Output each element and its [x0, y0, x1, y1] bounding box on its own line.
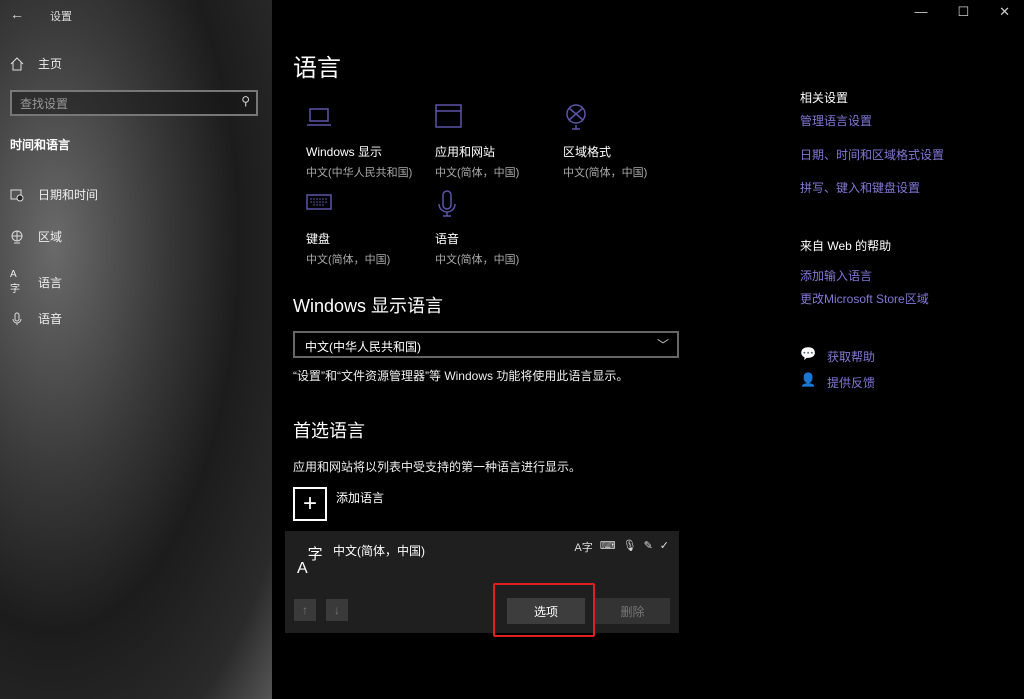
search-input[interactable]: 查找设置 ⚲	[10, 90, 258, 116]
tile-region-format[interactable]: 区域格式 中文(简体，中国)	[563, 103, 693, 180]
sidebar: ← 设置 主页 查找设置 ⚲ 时间和语言 日期和时间 区域 A字 语言 语音	[0, 0, 272, 699]
sidebar-section: 时间和语言	[10, 138, 71, 152]
display-language-desc: “设置”和“文件资源管理器”等 Windows 功能将使用此语言显示。	[293, 369, 629, 383]
home-icon	[10, 56, 24, 70]
speech-feature-icon: 🎙	[622, 540, 637, 552]
display-language-heading: Windows 显示语言	[293, 296, 444, 316]
spellcheck-icon: ✓	[659, 540, 669, 552]
back-button[interactable]: ←	[10, 6, 24, 22]
display-language-dropdown[interactable]: 中文(中华人民共和国) ﹀	[293, 331, 679, 358]
language-icon: A字	[10, 269, 20, 295]
feedback-link[interactable]: 提供反馈	[827, 374, 875, 391]
preferred-language-desc: 应用和网站将以列表中受支持的第一种语言进行显示。	[293, 460, 582, 474]
laptop-icon	[307, 108, 331, 126]
tile-speech[interactable]: 语音 中文(简体，中国)	[435, 190, 565, 267]
move-up-button[interactable]: ↑	[294, 599, 316, 621]
remove-button[interactable]: 删除	[595, 598, 670, 624]
plus-icon: +	[302, 490, 317, 517]
page-title: 语言	[293, 55, 341, 82]
sidebar-item-language[interactable]: A字 语言	[10, 269, 62, 295]
home-label: 主页	[38, 57, 63, 71]
language-list-item[interactable]: A字 中文(简体，中国) A字 ⌨ 🎙 ✎ ✓ ↑ ↓ 选项 删除	[285, 531, 679, 633]
keyboard-icon	[306, 194, 332, 210]
main-content: — ☐ ✕ 语言 Windows 显示 中文(中华人民共和国) 应用和网站 中文(简…	[272, 0, 1024, 699]
sidebar-home[interactable]: 主页	[10, 55, 62, 72]
sidebar-item-datetime[interactable]: 日期和时间	[10, 186, 98, 203]
tile-keyboard[interactable]: 键盘 中文(简体，中国)	[306, 190, 436, 267]
globe-icon	[11, 230, 23, 243]
language-name: 中文(简体，中国)	[333, 544, 425, 558]
sidebar-item-region[interactable]: 区域	[10, 228, 62, 245]
microphone-icon	[438, 190, 456, 217]
link-manage-language[interactable]: 管理语言设置	[800, 112, 872, 129]
get-help-link[interactable]: 获取帮助	[827, 348, 875, 365]
highlight-box	[493, 583, 595, 637]
chevron-down-icon: ﹀	[656, 338, 669, 352]
preferred-language-heading: 首选语言	[293, 421, 365, 441]
handwriting-icon: ✎	[643, 540, 653, 552]
link-date-time-region[interactable]: 日期、时间和区域格式设置	[800, 146, 944, 163]
text-to-speech-icon: ⌨	[599, 540, 616, 552]
sidebar-item-speech[interactable]: 语音	[10, 310, 62, 327]
globe-icon	[566, 104, 586, 130]
add-language-label[interactable]: 添加语言	[336, 489, 384, 506]
link-spelling-typing[interactable]: 拼写、键入和键盘设置	[800, 179, 920, 196]
display-language-feature-icon: A字	[574, 542, 593, 554]
close-button[interactable]: ✕	[999, 4, 1010, 20]
feedback-icon: 👤	[800, 372, 817, 387]
web-help-heading: 来自 Web 的帮助	[800, 239, 892, 253]
link-add-input-language[interactable]: 添加输入语言	[800, 267, 872, 284]
move-down-button[interactable]: ↓	[326, 599, 348, 621]
link-change-store-region[interactable]: 更改Microsoft Store区域	[800, 290, 929, 307]
search-icon: ⚲	[241, 94, 250, 108]
tile-windows-display[interactable]: Windows 显示 中文(中华人民共和国)	[306, 103, 436, 180]
help-icon: 💬	[800, 346, 817, 361]
microphone-icon	[12, 312, 22, 325]
maximize-button[interactable]: ☐	[957, 4, 969, 20]
calendar-clock-icon	[10, 189, 24, 201]
language-icon: A字	[297, 546, 323, 577]
related-settings-heading: 相关设置	[800, 91, 849, 105]
minimize-button[interactable]: —	[914, 4, 927, 20]
add-language-button[interactable]: +	[293, 487, 327, 521]
tile-apps-websites[interactable]: 应用和网站 中文(简体，中国)	[435, 103, 565, 180]
window-icon	[435, 104, 462, 128]
window-title: 设置	[50, 11, 72, 23]
